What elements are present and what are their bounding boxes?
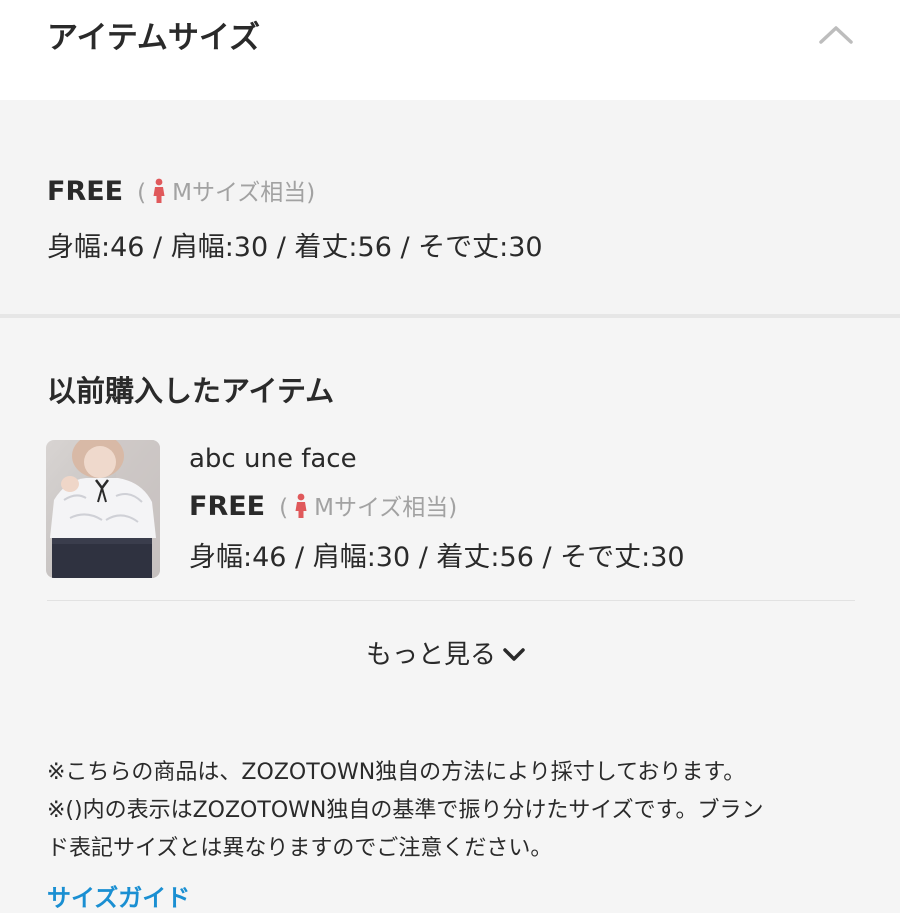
- note-line-1: ※こちらの商品は、ZOZOTOWN独自の方法により採寸しております。: [47, 760, 746, 785]
- note-line-2: ※()内の表示はZOZOTOWN独自の基準で振り分けたサイズです。ブラン: [47, 798, 764, 823]
- equivalent-text: Mサイズ相当: [172, 180, 307, 206]
- show-more-button[interactable]: もっと見る: [366, 634, 526, 674]
- section-title-item-size: アイテムサイズ: [47, 20, 260, 56]
- size-label: FREE: [189, 491, 266, 522]
- note-line-3: ド表記サイズとは異なりますのでご注意ください。: [47, 836, 553, 861]
- equivalent-text: Mサイズ相当: [314, 495, 449, 521]
- product-photo: [46, 440, 160, 578]
- size-equivalent: ( Mサイズ相当): [137, 178, 316, 206]
- item-thumbnail[interactable]: [46, 440, 160, 578]
- size-label: FREE: [47, 176, 124, 207]
- chevron-down-icon: [502, 640, 526, 670]
- size-guide-link[interactable]: サイズガイド: [47, 878, 190, 913]
- item-measurements: 身幅:46 / 肩幅:30 / 着丈:56 / そで丈:30: [189, 542, 685, 573]
- paren-open: (: [279, 495, 289, 521]
- size-equivalent: ( Mサイズ相当): [279, 493, 458, 521]
- chevron-up-icon: [819, 26, 853, 44]
- current-measurements: 身幅:46 / 肩幅:30 / 着丈:56 / そで丈:30: [47, 232, 543, 263]
- paren-close: ): [448, 495, 458, 521]
- previous-items-title: 以前購入したアイテム: [47, 374, 335, 408]
- current-size-row: FREE ( Mサイズ相当): [47, 173, 315, 210]
- collapse-button[interactable]: [812, 16, 860, 52]
- paren-open: (: [137, 180, 147, 206]
- item-size-row: FREE ( Mサイズ相当): [189, 488, 457, 525]
- item-brand[interactable]: abc une face: [189, 444, 357, 474]
- list-divider: [47, 600, 855, 601]
- person-icon: [152, 178, 166, 210]
- divider: [0, 314, 900, 318]
- show-more-label: もっと見る: [366, 640, 497, 670]
- person-icon: [294, 493, 308, 525]
- paren-close: ): [306, 180, 316, 206]
- size-section-header[interactable]: アイテムサイズ: [0, 0, 900, 100]
